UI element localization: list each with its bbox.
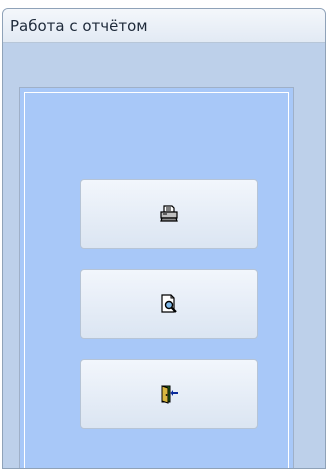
exit-button[interactable] [80, 359, 258, 429]
print-button[interactable] [80, 179, 258, 249]
exit-door-icon [159, 384, 179, 404]
print-preview-icon [159, 294, 179, 314]
window-title: Работа с отчётом [10, 16, 148, 35]
window-body [3, 43, 325, 468]
print-preview-button[interactable] [80, 269, 258, 339]
report-window: Работа с отчётом [2, 8, 326, 469]
titlebar[interactable]: Работа с отчётом [3, 9, 325, 43]
buttons-panel [19, 87, 294, 468]
printer-icon [159, 204, 179, 224]
